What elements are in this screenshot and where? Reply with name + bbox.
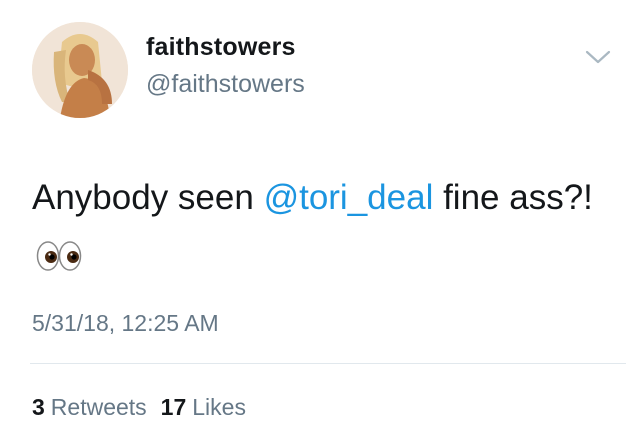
tweet-text-end: fine ass?! bbox=[433, 178, 593, 217]
likes-count: 17 bbox=[160, 394, 187, 420]
tweet-stats: 3 Retweets 17 Likes bbox=[32, 394, 246, 421]
chevron-down-icon[interactable] bbox=[584, 48, 612, 66]
divider bbox=[30, 363, 626, 364]
tweet-text-start: Anybody seen bbox=[32, 178, 264, 217]
retweets-label: Retweets bbox=[50, 394, 147, 420]
likes-label: Likes bbox=[192, 394, 246, 420]
mention-link[interactable]: @tori_deal bbox=[264, 178, 434, 217]
user-display-name[interactable]: faithstowers bbox=[146, 33, 296, 62]
likes-stat[interactable]: 17 Likes bbox=[161, 394, 246, 421]
tweet-text: Anybody seen @tori_deal fine ass?! bbox=[32, 168, 602, 291]
retweets-stat[interactable]: 3 Retweets bbox=[32, 394, 147, 421]
retweets-count: 3 bbox=[32, 394, 45, 420]
user-handle[interactable]: @faithstowers bbox=[146, 70, 305, 99]
tweet-timestamp[interactable]: 5/31/18, 12:25 AM bbox=[32, 310, 219, 337]
eyes-emoji-icon bbox=[36, 231, 82, 291]
avatar[interactable] bbox=[32, 22, 128, 118]
